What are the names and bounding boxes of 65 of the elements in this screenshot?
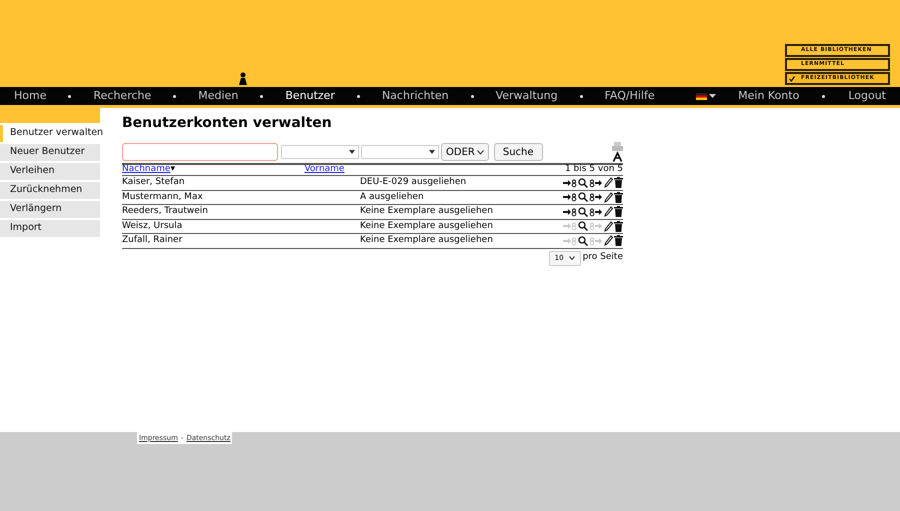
table-cell-text: Reeders, Trautwein [122, 205, 210, 218]
nav-link[interactable]: Medien [198, 88, 238, 104]
pencil-icon[interactable] [604, 192, 613, 203]
search-icon[interactable] [578, 221, 588, 232]
search-icon[interactable] [578, 192, 588, 202]
caret-icon [349, 150, 355, 154]
search-field[interactable] [122, 143, 278, 161]
table-cell-text: Keine Exemplare ausgeliehen [360, 234, 493, 247]
table-cell-text: Zufall, Rainer [122, 234, 184, 247]
arrow-right-icon[interactable] [563, 192, 577, 202]
page-title: Benutzerkonten verwalten [122, 114, 333, 133]
nav-link[interactable]: Nachrichten [382, 88, 449, 104]
arrow-right-icon[interactable] [589, 192, 603, 202]
trash-icon[interactable] [614, 220, 623, 232]
chevron-down-icon [568, 256, 575, 260]
sidebar-item[interactable]: Zurücknehmen [0, 182, 100, 199]
pencil-icon[interactable] [604, 177, 613, 188]
sidebar-item[interactable]: Neuer Benutzer [0, 144, 100, 161]
table-cell-text: Mustermann, Max [122, 190, 204, 204]
trash-icon[interactable] [614, 192, 623, 203]
nav-link[interactable]: Logout [848, 88, 886, 104]
caret-icon [429, 150, 435, 154]
trash-icon[interactable] [614, 235, 623, 246]
table-cell-text: Keine Exemplare ausgeliehen [360, 220, 493, 232]
flag-icon [696, 92, 708, 100]
sort-indicator: ▾ [170, 163, 176, 176]
arrow-right-icon[interactable] [589, 206, 603, 217]
result-count: 1 bis 5 von 5 [564, 163, 623, 176]
nav-link[interactable]: Home [14, 88, 46, 104]
sidebar-item[interactable]: Benutzer verwalten [0, 125, 100, 142]
table-cell-text: DEU-E-029 ausgeliehen [360, 176, 466, 189]
arrow-right-icon[interactable] [589, 178, 603, 188]
search-button[interactable]: Suche [494, 143, 543, 161]
sidebar-item[interactable]: Verlängern [0, 201, 100, 218]
search-icon[interactable] [578, 206, 588, 217]
trash-icon[interactable] [614, 206, 623, 218]
search-icon[interactable] [578, 236, 588, 246]
pencil-icon[interactable] [604, 206, 613, 218]
sidebar-item[interactable]: Verleihen [0, 163, 100, 180]
pencil-icon[interactable] [604, 235, 613, 246]
table-cell-text: Keine Exemplare ausgeliehen [360, 205, 493, 218]
nav-link[interactable]: Mein Konto [738, 88, 800, 104]
trash-icon[interactable] [614, 177, 623, 188]
caret-icon [709, 94, 716, 98]
chevron-down-icon [476, 150, 484, 154]
arrow-right-icon[interactable] [563, 206, 577, 217]
column-header-link[interactable]: Vorname [304, 163, 344, 177]
table-cell-text: A ausgeliehen [360, 190, 424, 204]
pencil-icon[interactable] [604, 220, 613, 232]
operator-dropdown[interactable]: ODER [441, 143, 489, 161]
nav-link[interactable]: Recherche [93, 88, 152, 104]
nav-link[interactable]: Verwaltung [496, 88, 558, 104]
nav-link[interactable]: Benutzer [285, 88, 335, 104]
language-dropdown[interactable] [696, 92, 716, 100]
page-size-label: pro Seite [582, 251, 623, 264]
pawn-icon [238, 72, 248, 86]
search-icon[interactable] [578, 178, 588, 188]
arrow-right-icon[interactable] [563, 178, 577, 188]
column-header-link[interactable]: Nachname [122, 163, 170, 177]
nav-link[interactable]: FAQ/Hilfe [604, 88, 655, 104]
check-icon [789, 76, 795, 82]
sidebar-item[interactable]: Import [0, 220, 100, 237]
print-icon[interactable] [612, 142, 623, 162]
table-cell-text: Kaiser, Stefan [122, 176, 186, 189]
table-cell-text: Weisz, Ursula [122, 220, 184, 232]
